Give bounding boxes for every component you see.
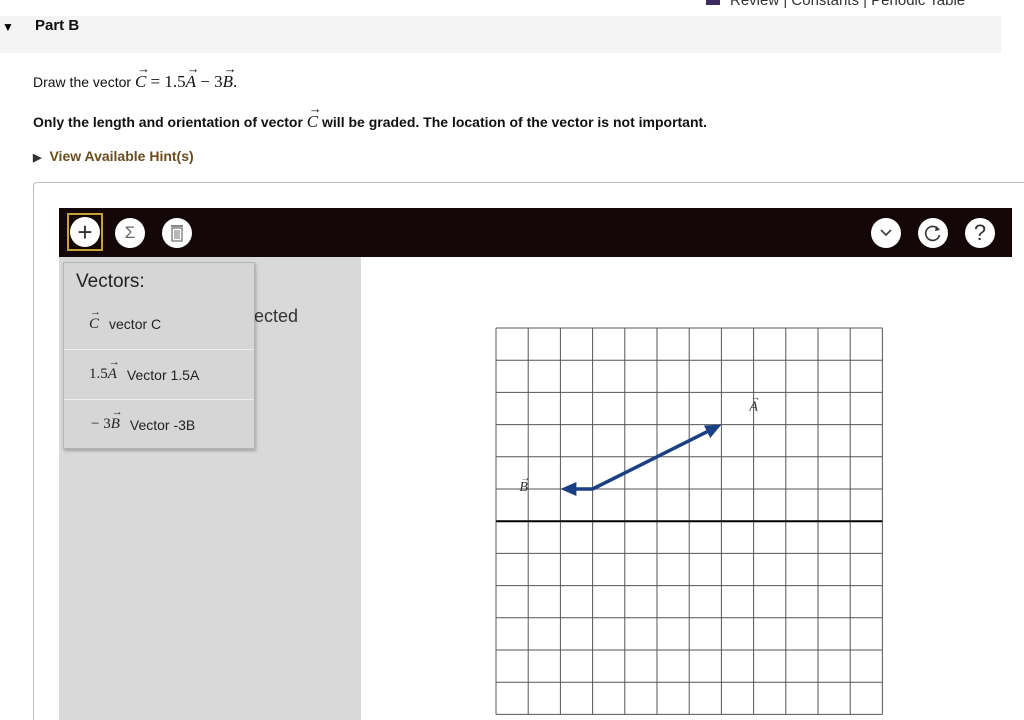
- top-links[interactable]: Review | Constants | Periodic Table: [706, 0, 965, 9]
- svg-text:→: →: [520, 473, 530, 484]
- dropdown-title: Vectors:: [76, 271, 145, 292]
- part-title: Part B: [35, 17, 80, 34]
- reset-icon: [924, 225, 941, 242]
- chevron-down-icon: [880, 229, 892, 237]
- svg-text:→: →: [750, 393, 760, 404]
- dropdown-item-vector-1-5a[interactable]: 1.5 → A Vector 1.5A: [64, 349, 254, 399]
- dropdown-item-vector-minus-3b[interactable]: − 3 → B Vector -3B: [64, 399, 254, 449]
- reset-button[interactable]: [918, 218, 948, 248]
- collapse-triangle-icon[interactable]: ▼: [2, 20, 14, 34]
- view-hints-link[interactable]: ▶ View Available Hint(s): [33, 148, 194, 164]
- grading-note: Only the length and orientation of vecto…: [33, 101, 708, 131]
- vector-grid[interactable]: A → B →: [495, 327, 883, 717]
- vectors-dropdown: Vectors: → C vector C 1.5 → A Vector 1.5A −…: [63, 262, 255, 449]
- vector-a-label: A →: [748, 393, 760, 415]
- book-icon: [706, 0, 720, 5]
- expand-triangle-icon: ▶: [33, 152, 42, 164]
- vector-symbol: → C: [89, 305, 101, 332]
- equation: → C = 1.5 → A − 3 → B.: [134, 61, 238, 91]
- help-button[interactable]: ?: [965, 218, 995, 248]
- question-mark-icon: ?: [973, 220, 987, 245]
- sum-vectors-button[interactable]: Σ: [115, 218, 145, 248]
- trash-icon: [171, 225, 183, 242]
- vector-a-line[interactable]: [591, 429, 710, 491]
- tool-toolbar: + Σ ?: [59, 208, 1012, 257]
- vector-b-label: B →: [519, 473, 530, 495]
- part-header[interactable]: [0, 16, 1001, 53]
- selected-label: ected: [254, 306, 299, 326]
- more-options-button[interactable]: [871, 218, 901, 248]
- plus-icon: +: [70, 217, 100, 247]
- sigma-icon: Σ: [124, 223, 136, 242]
- question-prompt: Draw the vector → C = 1.5 → A − 3 → B.: [33, 61, 238, 91]
- add-vector-button[interactable]: +: [67, 213, 103, 251]
- delete-button[interactable]: [162, 218, 192, 248]
- vector-symbol: − 3 → B: [91, 406, 123, 432]
- dropdown-item-vector-c[interactable]: → C vector C: [64, 299, 254, 349]
- vector-symbol: 1.5 → A: [89, 356, 120, 382]
- grid-canvas[interactable]: A → B →: [495, 327, 883, 717]
- vector-b-arrowhead[interactable]: [560, 482, 577, 496]
